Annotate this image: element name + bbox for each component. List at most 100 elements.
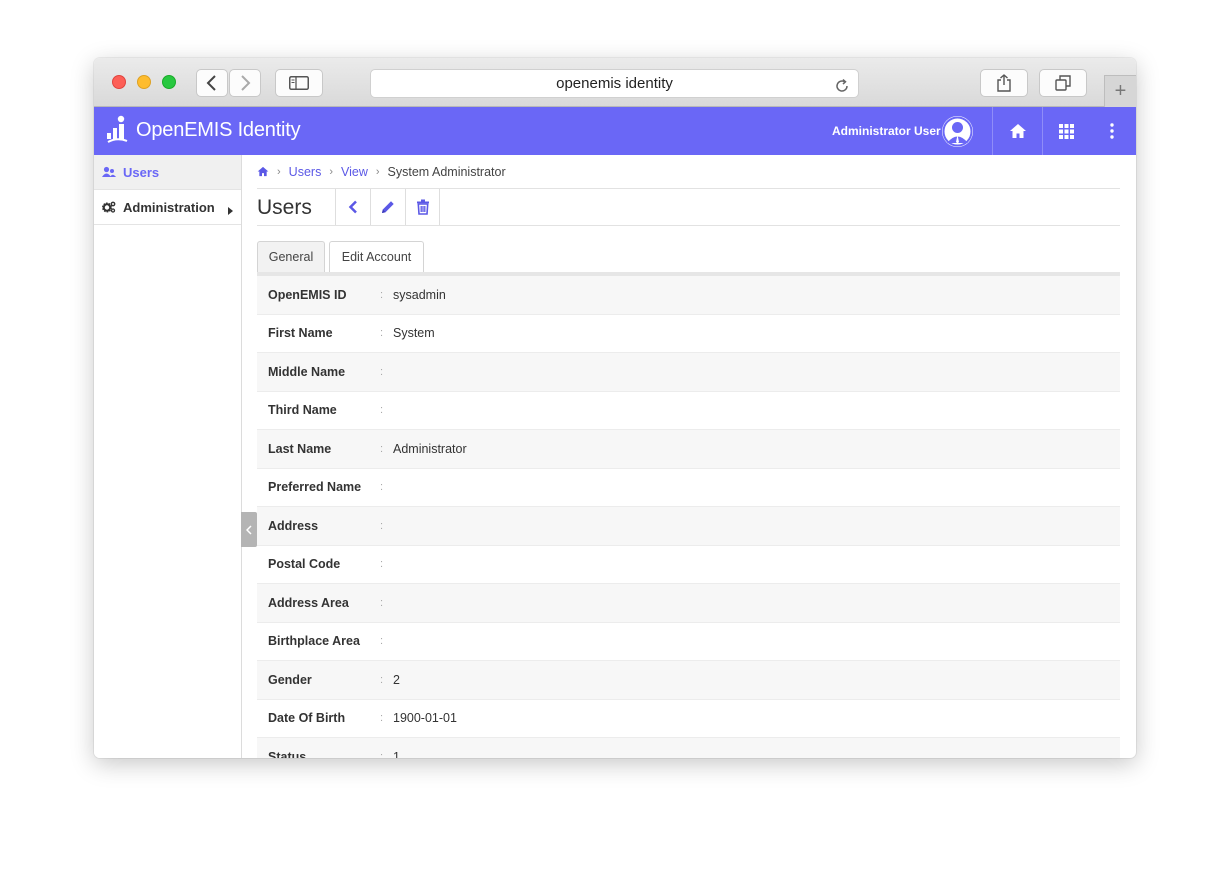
apps-menu-button[interactable] [1043, 107, 1089, 155]
detail-row: Birthplace Area: [257, 623, 1120, 661]
field-colon: : [380, 558, 384, 571]
chevron-left-icon [348, 200, 357, 214]
zoom-window-button[interactable] [162, 75, 176, 89]
field-value: Administrator [393, 441, 467, 456]
detail-row: Third Name: [257, 392, 1120, 430]
field-colon: : [380, 673, 384, 686]
page-title: Users [257, 196, 312, 219]
field-label: Gender [268, 672, 312, 687]
sidebar-icon [289, 76, 309, 90]
user-name[interactable]: Administrator User [832, 124, 941, 138]
breadcrumb-current: System Administrator [387, 164, 506, 179]
detail-row: Status: 1 [257, 738, 1120, 758]
field-label: Last Name [268, 441, 332, 456]
brand-name: OpenEMIS Identity [136, 118, 301, 141]
detail-row: OpenEMIS ID: sysadmin [257, 276, 1120, 315]
reload-icon[interactable] [834, 76, 850, 104]
app-header: OpenEMIS Identity Administrator User [94, 107, 1136, 155]
details-list: OpenEMIS ID: sysadmin First Name: System M… [257, 276, 1120, 758]
detail-row: Last Name: Administrator [257, 430, 1120, 469]
edit-button[interactable] [370, 189, 405, 225]
back-button[interactable] [196, 69, 228, 97]
detail-row: Postal Code: [257, 546, 1120, 584]
cogs-icon [102, 201, 116, 213]
home-icon[interactable] [257, 166, 269, 177]
chevron-left-icon [246, 524, 252, 535]
tab-bar: General Edit Account [257, 241, 1120, 272]
field-value: 2 [393, 672, 400, 687]
share-icon [997, 74, 1011, 92]
breadcrumb: › Users › View › System Administrator [257, 155, 1120, 189]
plus-icon: + [1114, 80, 1127, 102]
user-avatar-icon [942, 116, 973, 147]
field-colon: : [380, 519, 384, 532]
field-colon: : [380, 596, 384, 609]
home-icon [1010, 124, 1026, 138]
breadcrumb-separator: › [375, 165, 380, 178]
browser-toolbar: openemis identity + [94, 58, 1136, 107]
sidebar-item-label: Administration [123, 199, 215, 215]
avatar[interactable] [942, 116, 973, 147]
detail-row: Date Of Birth:1900-01-01 [257, 700, 1120, 738]
breadcrumb-separator: › [277, 165, 281, 178]
breadcrumb-users-link[interactable]: Users [289, 165, 322, 179]
forward-button[interactable] [229, 69, 261, 97]
brand[interactable]: OpenEMIS Identity [106, 115, 301, 145]
field-label: Address Area [268, 595, 349, 610]
field-colon: : [380, 327, 384, 340]
sidebar-toggle-button[interactable] [275, 69, 323, 97]
field-colon: : [380, 481, 384, 494]
field-label: Third Name [268, 403, 337, 418]
trash-icon [416, 199, 429, 215]
field-value: 1 [393, 749, 400, 758]
detail-row: Preferred Name: [257, 469, 1120, 507]
field-value: System [393, 326, 435, 341]
field-value: sysadmin [393, 287, 446, 302]
minimize-window-button[interactable] [137, 75, 151, 89]
field-colon: : [380, 288, 384, 301]
field-label: Birthplace Area [268, 634, 360, 649]
field-colon: : [380, 750, 384, 758]
sidebar-item-administration[interactable]: Administration [94, 190, 241, 225]
field-label: Status [268, 749, 307, 758]
tab-label: Edit Account [341, 250, 412, 264]
detail-row: Gender:2 [257, 661, 1120, 700]
field-label: Postal Code [268, 557, 341, 572]
back-button[interactable] [335, 189, 370, 225]
sidebar-item-label: Users [123, 164, 160, 180]
browser-window: openemis identity + OpenEMIS Identity Ad… [94, 58, 1136, 758]
tabs-icon [1055, 75, 1071, 91]
field-colon: : [380, 712, 384, 725]
openemis-logo-icon [107, 115, 128, 143]
tabs-overview-button[interactable] [1039, 69, 1087, 97]
sidebar: Users Administration [94, 155, 242, 758]
field-colon: : [380, 442, 384, 455]
more-options-button[interactable] [1089, 107, 1135, 155]
address-bar[interactable]: openemis identity [370, 69, 859, 98]
tab-general[interactable]: General [257, 241, 325, 272]
tab-edit-account[interactable]: Edit Account [329, 241, 424, 272]
delete-button[interactable] [405, 189, 440, 225]
field-label: Date Of Birth [268, 711, 346, 726]
chevron-left-icon [206, 75, 216, 91]
users-icon [102, 166, 116, 178]
detail-row: First Name: System [257, 315, 1120, 353]
close-window-button[interactable] [112, 75, 126, 89]
detail-row: Address: [257, 507, 1120, 546]
sidebar-item-users[interactable]: Users [94, 155, 241, 190]
field-value: 1900-01-01 [393, 711, 457, 726]
sidebar-collapse-handle[interactable] [241, 512, 257, 547]
new-tab-button[interactable]: + [1104, 75, 1136, 107]
field-colon: : [380, 635, 384, 648]
field-label: OpenEMIS ID [268, 287, 347, 302]
field-label: Preferred Name [268, 480, 362, 495]
field-label: First Name [268, 326, 333, 341]
breadcrumb-separator: › [329, 165, 333, 178]
field-label: Middle Name [268, 364, 346, 379]
field-colon: : [380, 404, 384, 417]
breadcrumb-view-link[interactable]: View [341, 165, 368, 179]
header-divider [992, 107, 993, 155]
share-button[interactable] [980, 69, 1028, 97]
home-button[interactable] [995, 107, 1041, 155]
url-text: openemis identity [556, 75, 673, 92]
